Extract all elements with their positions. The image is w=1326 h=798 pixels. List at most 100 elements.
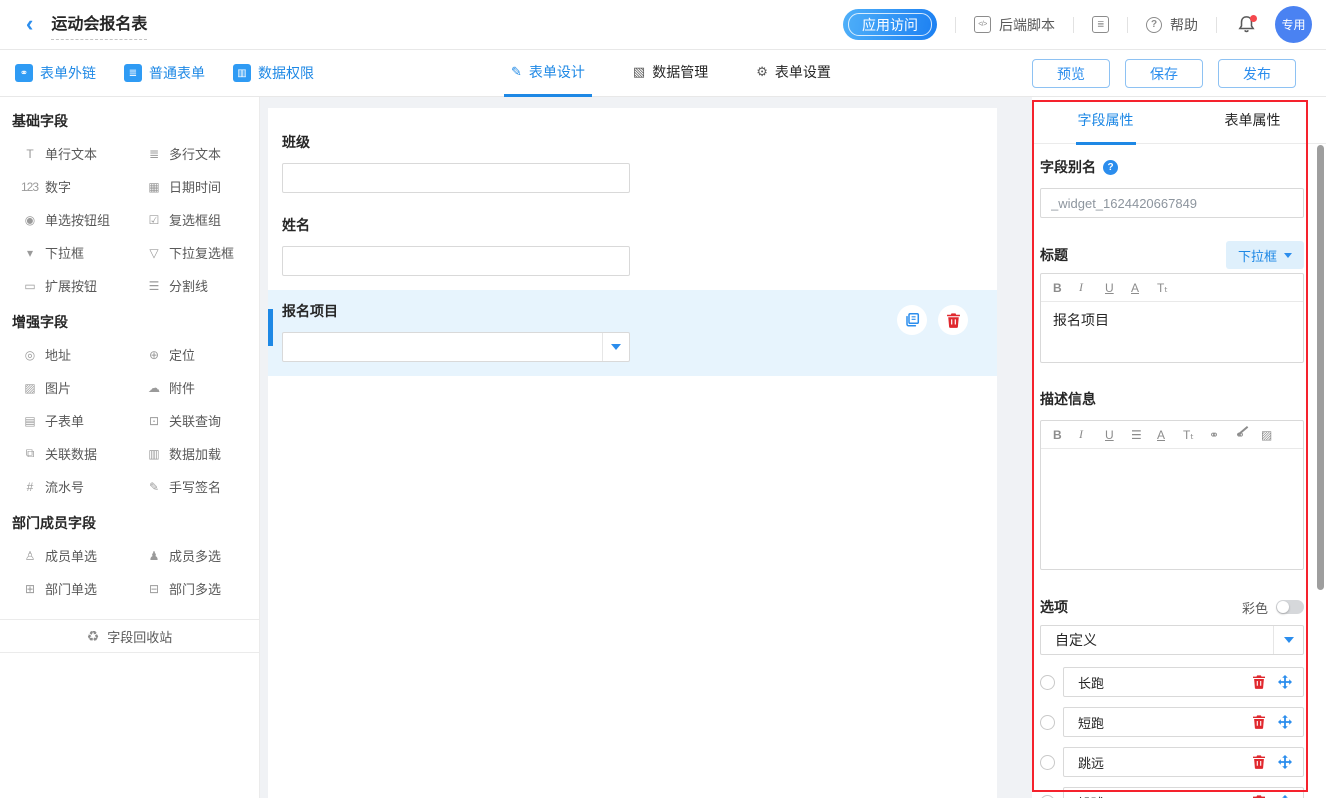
- italic-button[interactable]: I: [1079, 427, 1105, 442]
- palette-item-radio-group[interactable]: ◉单选按钮组: [12, 203, 136, 236]
- avatar[interactable]: 专用: [1275, 6, 1312, 43]
- move-option-handle[interactable]: [1278, 675, 1292, 689]
- delete-option-button[interactable]: [1252, 715, 1266, 729]
- option-value[interactable]: 跳远: [1078, 753, 1240, 772]
- option-box[interactable]: 长跑: [1063, 667, 1304, 697]
- option-radio[interactable]: [1040, 795, 1055, 798]
- tab-field-properties[interactable]: 字段属性: [1032, 97, 1179, 143]
- external-link-icon: ⚭: [15, 64, 33, 82]
- move-option-handle[interactable]: [1278, 715, 1292, 729]
- data-permission-button[interactable]: ▥ 数据权限: [233, 63, 314, 83]
- bold-button[interactable]: B: [1053, 428, 1079, 442]
- palette-item-attachment[interactable]: ☁附件: [136, 371, 247, 404]
- palette-item-single-text[interactable]: T单行文本: [12, 137, 136, 170]
- tab-form-settings[interactable]: ⚙ 表单设置: [749, 50, 838, 97]
- widget-type-dropdown[interactable]: 下拉框: [1226, 241, 1304, 269]
- name-input[interactable]: [282, 246, 630, 276]
- font-size-button[interactable]: Tₜ: [1157, 281, 1183, 295]
- option-value[interactable]: 长跑: [1078, 673, 1240, 692]
- unlink-button[interactable]: ⚭: [1235, 428, 1261, 442]
- palette-item-datetime[interactable]: ▦日期时间: [136, 170, 247, 203]
- underline-button[interactable]: U: [1105, 281, 1131, 295]
- palette-item-select[interactable]: ▾下拉框: [12, 236, 136, 269]
- alias-input[interactable]: [1040, 188, 1304, 218]
- delete-option-button[interactable]: [1252, 755, 1266, 769]
- external-link-button[interactable]: ⚭ 表单外链: [15, 63, 96, 83]
- align-button[interactable]: ☰: [1131, 428, 1157, 442]
- palette-item-data-load[interactable]: ▥数据加载: [136, 437, 247, 470]
- option-radio[interactable]: [1040, 755, 1055, 770]
- class-input[interactable]: [282, 163, 630, 193]
- link-button[interactable]: ⚭: [1209, 428, 1235, 442]
- bold-button[interactable]: B: [1053, 281, 1079, 295]
- plain-form-button[interactable]: ≣ 普通表单: [124, 63, 205, 83]
- field-recycle-bin[interactable]: ♻ 字段回收站: [0, 619, 259, 653]
- font-color-button[interactable]: A: [1131, 281, 1157, 295]
- palette-item-signature[interactable]: ✎手写签名: [136, 470, 247, 503]
- save-button[interactable]: 保存: [1125, 59, 1203, 88]
- notification-bell-icon[interactable]: [1237, 15, 1257, 35]
- palette-item-address[interactable]: ◎地址: [12, 338, 136, 371]
- notification-dot: [1250, 15, 1257, 22]
- log-icon[interactable]: ≣: [1092, 16, 1109, 33]
- option-radio[interactable]: [1040, 675, 1055, 690]
- delete-field-button[interactable]: [938, 305, 968, 335]
- panel-scrollbar[interactable]: [1317, 145, 1324, 590]
- move-icon: [1278, 715, 1292, 729]
- tab-form-design[interactable]: ✎ 表单设计: [504, 50, 592, 97]
- help-button[interactable]: ? 帮助: [1146, 15, 1198, 35]
- palette-item-subform[interactable]: ▤子表单: [12, 404, 136, 437]
- color-toggle[interactable]: [1276, 600, 1304, 614]
- department-icon: ⊞: [20, 582, 39, 596]
- app-access-button[interactable]: 应用访问: [843, 9, 937, 40]
- option-value[interactable]: 铅球: [1078, 793, 1240, 798]
- preview-button[interactable]: 预览: [1032, 59, 1110, 88]
- tab-data-manage[interactable]: ▧ 数据管理: [626, 50, 715, 97]
- help-circle-icon[interactable]: ?: [1103, 160, 1118, 175]
- back-icon[interactable]: ‹: [26, 13, 33, 35]
- palette-item-location[interactable]: ⊕定位: [136, 338, 247, 371]
- form-field-event-selected[interactable]: 报名项目: [268, 290, 997, 376]
- option-box[interactable]: 短跑: [1063, 707, 1304, 737]
- palette-item-multiselect[interactable]: ▽下拉复选框: [136, 236, 247, 269]
- main-tabs: ✎ 表单设计 ▧ 数据管理 ⚙ 表单设置: [504, 50, 838, 97]
- move-option-handle[interactable]: [1278, 755, 1292, 769]
- italic-button[interactable]: I: [1079, 280, 1105, 295]
- option-box[interactable]: 跳远: [1063, 747, 1304, 777]
- palette-item-linked-data[interactable]: ⧉关联数据: [12, 437, 136, 470]
- palette-item-dept-single[interactable]: ⊞部门单选: [12, 572, 136, 605]
- field-label: 姓名: [282, 215, 983, 235]
- divider: [1216, 17, 1217, 33]
- option-value[interactable]: 短跑: [1078, 713, 1240, 732]
- option-box[interactable]: 铅球: [1063, 787, 1304, 798]
- title-editor-content[interactable]: 报名项目: [1041, 302, 1303, 362]
- option-radio[interactable]: [1040, 715, 1055, 730]
- palette-item-number[interactable]: 123数字: [12, 170, 136, 203]
- palette-item-multi-text[interactable]: ≣多行文本: [136, 137, 247, 170]
- palette-item-dept-multi[interactable]: ⊟部门多选: [136, 572, 247, 605]
- font-color-button[interactable]: A: [1157, 428, 1183, 442]
- text-icon: T: [20, 147, 39, 161]
- insert-image-button[interactable]: ▨: [1261, 428, 1287, 442]
- palette-item-serial-number[interactable]: #流水号: [12, 470, 136, 503]
- description-editor-content[interactable]: [1041, 449, 1303, 569]
- palette-item-extend-button[interactable]: ▭扩展按钮: [12, 269, 136, 302]
- palette-item-member-multi[interactable]: ♟成员多选: [136, 539, 247, 572]
- palette-item-checkbox-group[interactable]: ☑复选框组: [136, 203, 247, 236]
- palette-item-lookup[interactable]: ⊡关联查询: [136, 404, 247, 437]
- form-field-class[interactable]: 班级: [282, 132, 983, 193]
- palette-item-image[interactable]: ▨图片: [12, 371, 136, 404]
- underline-button[interactable]: U: [1105, 428, 1131, 442]
- palette-item-divider[interactable]: ☰分割线: [136, 269, 247, 302]
- title-editor: B I U A Tₜ 报名项目: [1040, 273, 1304, 363]
- font-size-button[interactable]: Tₜ: [1183, 428, 1209, 442]
- backend-script-button[interactable]: </> 后端脚本: [974, 15, 1055, 35]
- palette-item-member-single[interactable]: ♙成员单选: [12, 539, 136, 572]
- form-field-name[interactable]: 姓名: [282, 215, 983, 276]
- event-select[interactable]: [282, 332, 630, 362]
- tab-form-properties[interactable]: 表单属性: [1179, 97, 1326, 143]
- delete-option-button[interactable]: [1252, 675, 1266, 689]
- duplicate-field-button[interactable]: [897, 305, 927, 335]
- options-source-select[interactable]: 自定义: [1040, 625, 1304, 655]
- publish-button[interactable]: 发布: [1218, 59, 1296, 88]
